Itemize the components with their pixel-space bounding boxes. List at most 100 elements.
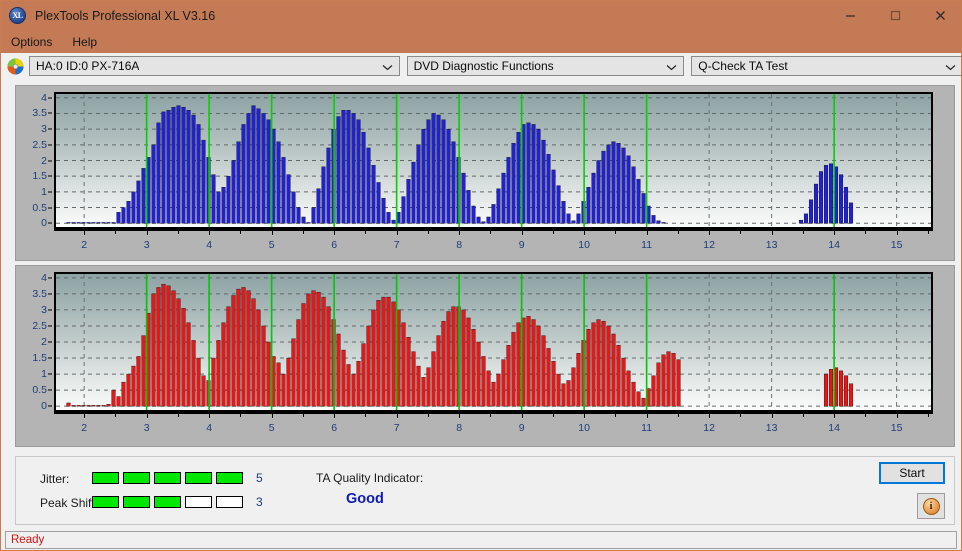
x-axis-minor-tick <box>802 231 804 234</box>
x-axis-tick <box>209 414 211 418</box>
function-select[interactable]: DVD Diagnostic Functions <box>406 56 685 77</box>
x-axis-minor-tick <box>802 414 804 417</box>
peak-shift-meter <box>92 496 243 508</box>
x-axis-tick <box>771 414 773 418</box>
x-axis-minor-tick <box>490 414 492 417</box>
x-axis-tick <box>521 414 523 418</box>
chevron-down-icon <box>945 57 956 77</box>
ta-jitter-chart-panel: 0 0.5 1 1.5 2 2.5 3 3.5 4 2 3 4 5 6 7 8 9 10 11 12 13 14 15 <box>15 85 955 261</box>
x-axis-tick-label: 4 <box>206 239 213 251</box>
meter-segment <box>216 496 243 508</box>
start-button[interactable]: Start <box>879 462 945 484</box>
close-icon[interactable] <box>918 1 961 30</box>
x-axis-tick-label: 13 <box>765 422 778 434</box>
window-controls <box>828 1 961 30</box>
x-axis-tick-label: 13 <box>765 239 778 251</box>
y-axis-tick <box>48 207 52 209</box>
x-axis-tick <box>334 414 336 418</box>
ta-peak-shift-y-axis: 0 0.5 1 1.5 2 2.5 3 3.5 4 <box>16 266 52 446</box>
chevron-down-icon <box>382 57 393 77</box>
jitter-value: 5 <box>256 471 263 485</box>
x-axis-minor-tick <box>302 231 304 234</box>
x-axis-tick-label: 12 <box>703 422 715 434</box>
x-axis-tick <box>896 414 898 418</box>
window-title: PlexTools Professional XL V3.16 <box>35 8 216 23</box>
x-axis-minor-tick <box>552 231 554 234</box>
info-button[interactable]: i <box>917 493 945 519</box>
y-axis-tick <box>48 341 52 343</box>
x-axis-tick-label: 2 <box>81 422 88 434</box>
optical-disc-icon <box>7 58 24 74</box>
x-axis-tick <box>896 231 898 235</box>
ta-jitter-plot-inner <box>56 94 931 227</box>
x-axis-tick-label: 3 <box>143 422 150 434</box>
x-axis-tick <box>84 231 86 235</box>
x-axis-tick-label: 5 <box>268 239 275 251</box>
x-axis-tick-label: 8 <box>456 239 463 251</box>
drive-select[interactable]: HA:0 ID:0 PX-716A <box>29 56 400 76</box>
meter-segment <box>185 496 212 508</box>
x-axis-tick <box>584 231 586 235</box>
x-axis-tick <box>646 231 648 235</box>
ta-peak-shift-plot-inner <box>56 274 931 410</box>
y-axis-tick-label: 1.5 <box>32 352 47 365</box>
x-axis-tick-label: 15 <box>890 239 903 251</box>
x-axis-minor-tick <box>927 414 929 417</box>
y-axis-tick-label: 2.5 <box>32 319 47 332</box>
minimize-icon[interactable] <box>828 1 873 30</box>
y-axis-tick-label: 2 <box>41 154 47 167</box>
x-axis-tick <box>646 414 648 418</box>
meter-segment <box>123 496 150 508</box>
chevron-down-icon <box>666 57 677 77</box>
status-text: Ready <box>11 534 45 546</box>
x-axis-tick-label: 14 <box>828 422 840 434</box>
meter-segment <box>92 472 119 484</box>
x-axis-tick <box>584 414 586 418</box>
x-axis-tick-label: 15 <box>890 422 903 434</box>
x-axis-tick <box>459 231 461 235</box>
y-axis-tick <box>48 222 52 224</box>
test-select[interactable]: Q-Check TA Test <box>691 56 961 77</box>
x-axis-minor-tick <box>615 414 617 417</box>
x-axis-minor-tick <box>552 414 554 417</box>
x-axis-tick-label: 3 <box>143 239 150 251</box>
y-axis-tick-label: 2.5 <box>32 138 47 151</box>
x-axis-tick-label: 7 <box>393 239 400 251</box>
x-axis-tick-label: 14 <box>828 239 840 251</box>
y-axis-tick-label: 3.5 <box>32 287 47 300</box>
x-axis-tick <box>834 231 836 235</box>
y-axis-tick-label: 0 <box>41 217 47 230</box>
x-axis-minor-tick <box>677 414 679 417</box>
x-axis-tick <box>771 231 773 235</box>
y-axis-tick-label: 3.5 <box>32 107 47 120</box>
title-bar: XL PlexTools Professional XL V3.16 <box>1 1 961 30</box>
ta-jitter-y-axis: 0 0.5 1 1.5 2 2.5 3 3.5 4 <box>16 86 52 260</box>
x-axis-tick <box>459 414 461 418</box>
ta-peak-shift-plot-area <box>54 272 933 412</box>
ta-quality-value: Good <box>346 491 384 507</box>
x-axis-tick-label: 6 <box>331 422 338 434</box>
x-axis-tick <box>834 414 836 418</box>
maximize-icon[interactable] <box>873 1 918 30</box>
y-axis-tick-label: 0.5 <box>32 384 47 397</box>
results-panel: Jitter: 5 Peak Shift: 3 TA Quality Indic… <box>15 456 955 525</box>
x-axis-minor-tick <box>177 414 179 417</box>
status-bar: Ready <box>5 531 957 549</box>
y-axis-tick-label: 3 <box>41 303 47 316</box>
x-axis-minor-tick <box>677 231 679 234</box>
drive-select-value: HA:0 ID:0 PX-716A <box>36 59 140 73</box>
y-axis-tick <box>48 309 52 311</box>
x-axis-minor-tick <box>865 414 867 417</box>
ta-peak-shift-chart-panel: 0 0.5 1 1.5 2 2.5 3 3.5 4 2 3 4 5 6 7 8 9 10 11 12 13 14 15 <box>15 265 955 447</box>
ta-jitter-x-axis: 2 3 4 5 6 7 8 9 10 11 12 13 14 15 <box>56 231 931 251</box>
y-axis-tick-label: 1.5 <box>32 170 47 183</box>
menu-item-help[interactable]: Help <box>70 33 105 51</box>
x-axis-tick-label: 6 <box>331 239 338 251</box>
x-axis-tick <box>271 414 273 418</box>
x-axis-tick-label: 4 <box>206 422 213 434</box>
y-axis-tick-label: 4 <box>41 271 47 284</box>
x-axis-tick <box>396 414 398 418</box>
menu-item-options[interactable]: Options <box>9 33 60 51</box>
x-axis-tick-label: 10 <box>578 239 590 251</box>
y-axis-tick <box>48 357 52 359</box>
